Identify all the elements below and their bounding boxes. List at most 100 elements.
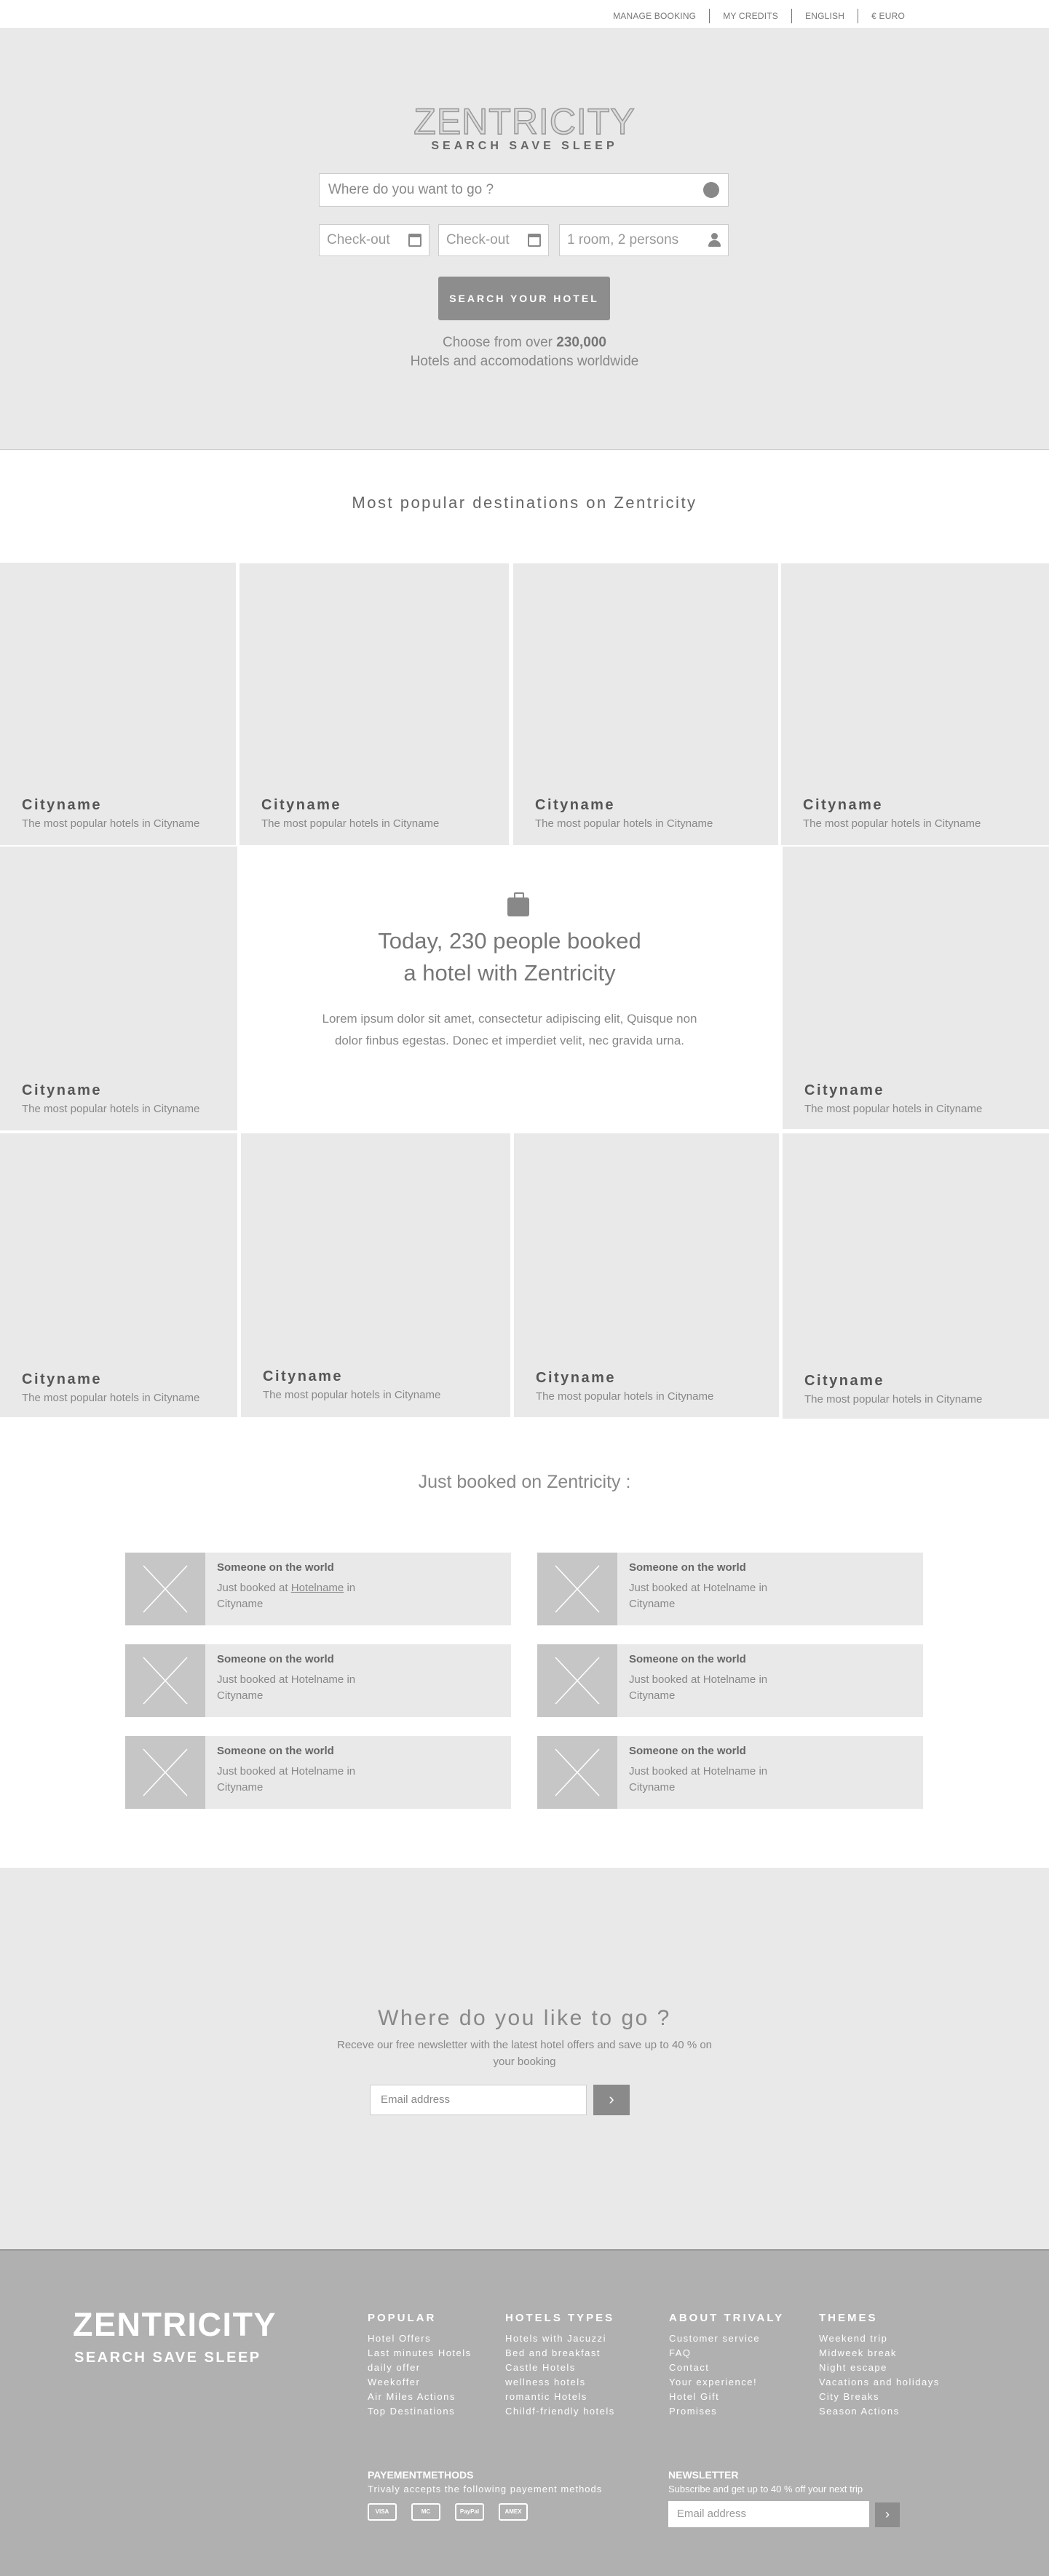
booking-detail: Just booked at Hotelname in Cityname — [217, 1765, 356, 1794]
city-name: Cityname — [261, 797, 342, 813]
city-tile[interactable]: Cityname The most popular hotels in City… — [0, 563, 236, 845]
city-tile[interactable]: Cityname The most popular hotels in City… — [783, 847, 1049, 1129]
footer-link[interactable]: Last minutes Hotels — [368, 2346, 472, 2361]
image-placeholder — [125, 1553, 205, 1625]
booking-detail: Just booked at Hotelname in Cityname — [217, 1582, 356, 1610]
payment-methods: PAYEMENTMETHODS Trivaly accepts the foll… — [368, 2469, 602, 2521]
booking-card[interactable]: Someone on the world Just booked at Hote… — [125, 1553, 511, 1625]
footer-col-themes: THEMES Weekend trip Midweek break Night … — [819, 2312, 940, 2419]
image-placeholder — [537, 1644, 617, 1717]
footer-link[interactable]: Bed and breakfast — [505, 2346, 615, 2361]
lorem-text: Lorem ipsum dolor sit amet, consectetur … — [322, 1012, 697, 1047]
payment-title: PAYEMENTMETHODS — [368, 2469, 474, 2481]
rooms-placeholder: 1 room, 2 persons — [567, 232, 679, 247]
currency-selector[interactable]: € EURO — [858, 11, 918, 21]
footer-link[interactable]: Vacations and holidays — [819, 2375, 940, 2390]
city-sub: The most popular hotels in Cityname — [535, 817, 713, 830]
booking-detail: Just booked at Hotelname in Cityname — [629, 1673, 768, 1702]
booked-line2: a hotel with Zentricity — [403, 960, 616, 986]
city-sub: The most popular hotels in Cityname — [804, 1103, 983, 1115]
city-tile[interactable]: Cityname The most popular hotels in City… — [514, 1133, 779, 1417]
footer-link[interactable]: Season Actions — [819, 2404, 940, 2419]
city-sub: The most popular hotels in Cityname — [803, 817, 981, 830]
choose-text: Choose from over 230,000 Hotels and acco… — [0, 333, 1049, 371]
city-tile[interactable]: Cityname The most popular hotels in City… — [241, 1133, 510, 1417]
footer: ZENTRICITY SEARCH SAVE SLEEP POPULAR Hot… — [0, 2249, 1049, 2576]
booking-detail: Just booked at Hotelname in Cityname — [629, 1582, 768, 1610]
top-nav: MANAGE BOOKING MY CREDITS ENGLISH € EURO — [600, 9, 918, 23]
footer-link[interactable]: Castle Hotels — [505, 2361, 615, 2375]
footer-link[interactable]: City Breaks — [819, 2390, 940, 2404]
just-booked-title: Just booked on Zentricity : — [418, 1472, 631, 1492]
footer-link[interactable]: Hotels with Jacuzzi — [505, 2331, 615, 2346]
city-name: Cityname — [22, 1082, 103, 1098]
footer-link[interactable]: Contact — [669, 2361, 784, 2375]
booking-card[interactable]: Someone on the world Just booked at Hote… — [537, 1644, 923, 1717]
city-sub: The most popular hotels in Cityname — [263, 1389, 441, 1401]
city-tile[interactable]: Cityname The most popular hotels in City… — [781, 563, 1049, 845]
search-hotel-button[interactable]: SEARCH YOUR HOTEL — [438, 277, 610, 320]
footer-link[interactable]: Hotel Offers — [368, 2331, 472, 2346]
calendar-icon — [528, 234, 541, 247]
footer-logo: ZENTRICITY — [73, 2306, 277, 2343]
footer-col-hotel-types: HOTELS TYPES Hotels with Jacuzzi Bed and… — [505, 2312, 615, 2419]
booking-card[interactable]: Someone on the world Just booked at Hote… — [537, 1553, 923, 1625]
footer-link[interactable]: Air Miles Actions — [368, 2390, 472, 2404]
footer-link[interactable]: Hotel Gift — [669, 2390, 784, 2404]
footer-subscribe-button[interactable]: › — [875, 2502, 900, 2527]
footer-col-about: ABOUT TRIVALY Customer service FAQ Conta… — [669, 2312, 784, 2419]
subscribe-button[interactable]: › — [593, 2085, 630, 2115]
footer-col-popular: POPULAR Hotel Offers Last minutes Hotels… — [368, 2312, 472, 2419]
hotel-link[interactable]: Hotelname — [291, 1582, 344, 1594]
booking-card[interactable]: Someone on the world Just booked at Hote… — [125, 1736, 511, 1809]
rooms-field[interactable]: 1 room, 2 persons — [559, 224, 729, 256]
city-sub: The most popular hotels in Cityname — [536, 1390, 714, 1403]
checkout-field[interactable]: Check-out — [438, 224, 549, 256]
booked-today-text: Today, 230 people booked a hotel with Ze… — [240, 925, 779, 989]
city-tile[interactable]: Cityname The most popular hotels in City… — [513, 563, 778, 845]
booking-card[interactable]: Someone on the world Just booked at Hote… — [537, 1736, 923, 1809]
hero-search: ZENTRICITY SEARCH SAVE SLEEP Where do yo… — [0, 29, 1049, 450]
footer-newsletter: NEWSLETTER Subscribe and get up to 40 % … — [668, 2469, 863, 2494]
image-placeholder — [537, 1553, 617, 1625]
city-sub: The most popular hotels in Cityname — [22, 817, 200, 830]
footer-link[interactable]: Customer service — [669, 2331, 784, 2346]
footer-link[interactable]: FAQ — [669, 2346, 784, 2361]
my-credits-link[interactable]: MY CREDITS — [710, 11, 791, 21]
footer-link[interactable]: wellness hotels — [505, 2375, 615, 2390]
image-placeholder — [125, 1644, 205, 1717]
checkout-placeholder: Check-out — [446, 232, 510, 247]
city-tile[interactable]: Cityname The most popular hotels in City… — [240, 563, 509, 845]
booking-detail: Just booked at Hotelname in Cityname — [629, 1765, 768, 1794]
destination-input[interactable]: Where do you want to go ? — [319, 173, 729, 207]
city-tile[interactable]: Cityname The most popular hotels in City… — [783, 1133, 1049, 1419]
city-sub: The most popular hotels in Cityname — [22, 1103, 200, 1115]
footer-email-field[interactable]: Email address — [668, 2501, 869, 2527]
checkin-field[interactable]: Check-out — [319, 224, 430, 256]
footer-link[interactable]: Top Destinations — [368, 2404, 472, 2419]
booker-name: Someone on the world — [629, 1745, 746, 1757]
paypal-icon: PayPal — [455, 2503, 484, 2521]
booking-card[interactable]: Someone on the world Just booked at Hote… — [125, 1644, 511, 1717]
footer-link[interactable]: Weekoffer — [368, 2375, 472, 2390]
newsletter-section: Where do you like to go ? Receve our fre… — [0, 1868, 1049, 2249]
footer-link[interactable]: Your experience! — [669, 2375, 784, 2390]
manage-booking-link[interactable]: MANAGE BOOKING — [600, 11, 709, 21]
footer-link[interactable]: Midweek break — [819, 2346, 940, 2361]
visa-icon: VISA — [368, 2503, 397, 2521]
footer-link[interactable]: daily offer — [368, 2361, 472, 2375]
footer-link[interactable]: Childf-friendly hotels — [505, 2404, 615, 2419]
footer-link[interactable]: Weekend trip — [819, 2331, 940, 2346]
city-name: Cityname — [22, 1371, 103, 1387]
footer-link[interactable]: Promises — [669, 2404, 784, 2419]
footer-link[interactable]: romantic Hotels — [505, 2390, 615, 2404]
language-selector[interactable]: ENGLISH — [792, 11, 858, 21]
destination-placeholder: Where do you want to go ? — [328, 182, 494, 197]
footer-link[interactable]: Night escape — [819, 2361, 940, 2375]
city-name: Cityname — [536, 1370, 617, 1386]
image-placeholder — [537, 1736, 617, 1809]
footer-col-title: ABOUT TRIVALY — [669, 2312, 785, 2324]
city-tile[interactable]: Cityname The most popular hotels in City… — [0, 1133, 237, 1417]
city-tile[interactable]: Cityname The most popular hotels in City… — [0, 847, 237, 1130]
email-field[interactable]: Email address — [370, 2085, 587, 2115]
